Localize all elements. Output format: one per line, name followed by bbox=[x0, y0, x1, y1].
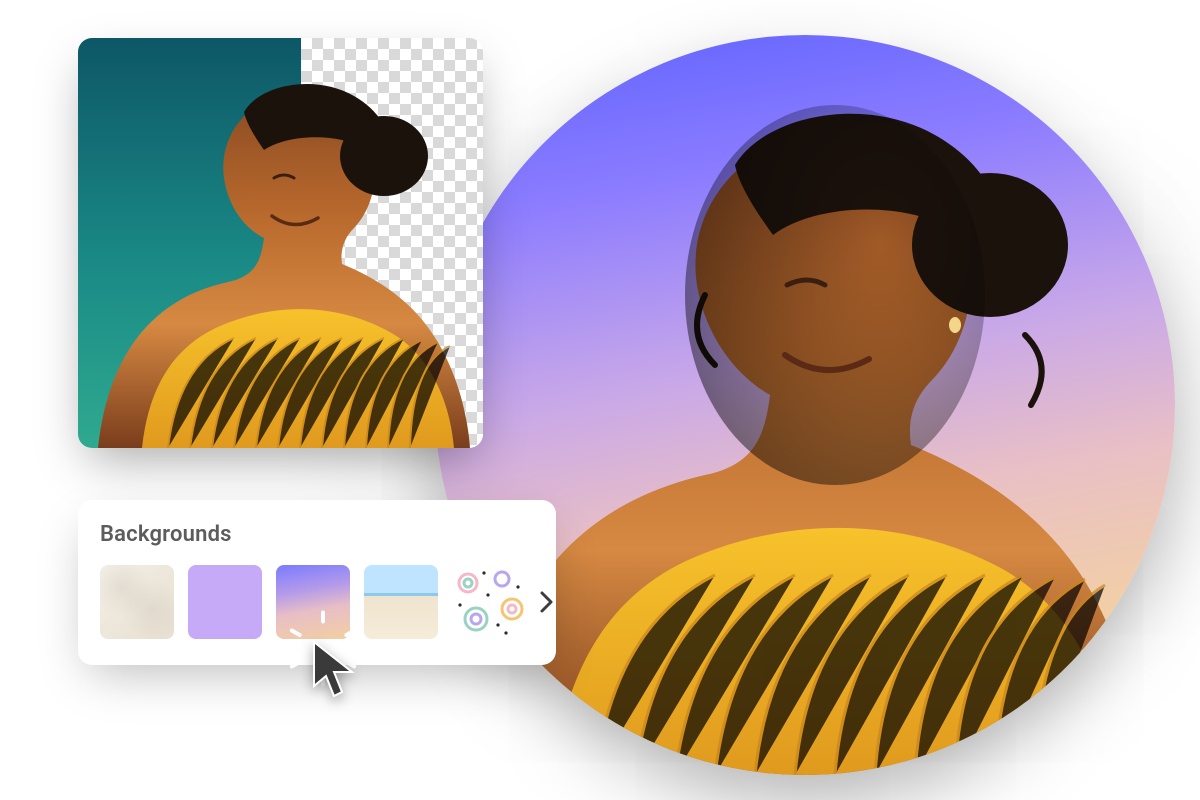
bg-swatch-texture[interactable] bbox=[100, 565, 174, 639]
backgrounds-title: Backgrounds bbox=[100, 522, 536, 547]
backgrounds-next-button[interactable] bbox=[540, 565, 554, 639]
subject-portrait-small bbox=[78, 38, 483, 448]
backgrounds-panel: Backgrounds bbox=[78, 500, 556, 665]
chevron-right-icon bbox=[540, 591, 554, 613]
bg-swatch-pattern[interactable] bbox=[452, 565, 526, 639]
bg-swatch-beach[interactable] bbox=[364, 565, 438, 639]
compare-card bbox=[78, 38, 483, 448]
backgrounds-swatch-row bbox=[100, 565, 536, 639]
bg-swatch-solid[interactable] bbox=[188, 565, 262, 639]
bg-swatch-gradient[interactable] bbox=[276, 565, 350, 639]
